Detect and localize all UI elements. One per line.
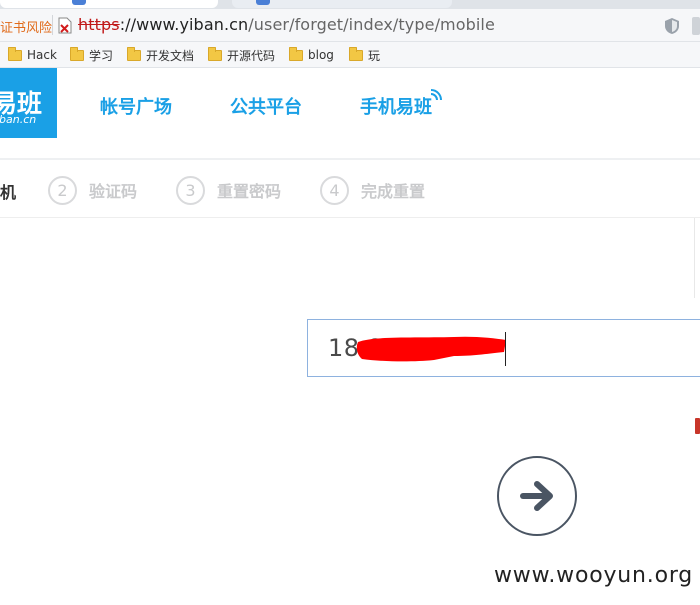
nav-account-square[interactable]: 帐号广场 — [100, 93, 172, 119]
bookmark-folder[interactable]: blog — [289, 46, 334, 64]
step-number: 3 — [176, 175, 205, 205]
nav-public-platform[interactable]: 公共平台 — [230, 93, 302, 119]
reset-steps: 机 2 验证码 3 重置密码 4 完成重置 — [0, 162, 700, 218]
step-current-label: 机 — [0, 183, 17, 202]
browser-tab[interactable] — [232, 0, 452, 8]
folder-icon — [208, 46, 222, 61]
redaction-scribble — [356, 336, 506, 362]
site-header: 易班 iban.cn 帐号广场 公共平台 手机易班 — [0, 68, 700, 160]
folder-icon — [349, 46, 363, 61]
url-protocol: https — [78, 15, 120, 34]
bookmark-folder[interactable]: Hack — [8, 46, 57, 64]
step-label: 验证码 — [89, 182, 138, 201]
step-reset-password: 3 重置密码 — [176, 175, 281, 205]
logo-domain: iban.cn — [0, 113, 37, 126]
url-separator: :// — [119, 15, 137, 34]
text-caret — [505, 332, 506, 366]
folder-icon — [127, 46, 141, 61]
wireless-signal-icon — [430, 89, 442, 101]
bookmark-label: blog — [308, 48, 334, 62]
certificate-warning[interactable]: 证书风险 — [0, 17, 52, 36]
bookmark-label: Hack — [27, 48, 57, 62]
bookmark-label: 玩 — [368, 48, 381, 63]
tab-favicon-icon — [256, 0, 270, 5]
arrow-right-icon — [520, 481, 553, 511]
phone-number-input[interactable]: 18 88 — [307, 319, 700, 377]
step-number: 4 — [320, 175, 349, 205]
browser-tab-active[interactable] — [0, 0, 218, 8]
next-step-button[interactable] — [497, 456, 577, 536]
bookmark-folder[interactable]: 学习 — [70, 46, 113, 64]
panel-divider — [694, 218, 695, 298]
browser-tab-strip — [0, 0, 700, 9]
bookmarks-bar: Hack 学习 开发文档 开源代码 blog 玩 — [0, 42, 700, 68]
folder-icon — [8, 46, 22, 61]
bookmark-folder[interactable]: 玩 — [349, 46, 380, 64]
bookmark-label: 开源代码 — [227, 48, 276, 63]
url-host: www.yiban.cn — [136, 15, 249, 34]
url-path: /user/forget/index/type/mobile — [248, 15, 495, 34]
url-field[interactable]: https://www.yiban.cn/user/forget/index/t… — [78, 15, 495, 34]
bookmark-folder[interactable]: 开源代码 — [208, 46, 275, 64]
nav-mobile-yiban[interactable]: 手机易班 — [360, 93, 432, 119]
shield-icon[interactable] — [664, 17, 680, 35]
step-label: 完成重置 — [361, 182, 426, 201]
step-label: 重置密码 — [217, 182, 282, 201]
folder-icon — [289, 46, 303, 61]
scroll-edge — [692, 17, 700, 35]
step-complete: 4 完成重置 — [320, 175, 425, 205]
address-separator — [52, 15, 53, 35]
step-number: 2 — [48, 175, 77, 205]
step-verify-code: 2 验证码 — [48, 175, 137, 205]
watermark-text: www.wooyun.org — [494, 563, 694, 588]
tab-favicon-icon — [72, 0, 86, 5]
folder-icon — [70, 46, 84, 61]
site-logo[interactable]: 易班 iban.cn — [0, 68, 57, 138]
bookmark-folder[interactable]: 开发文档 — [127, 46, 194, 64]
address-bar: 证书风险 https://www.yiban.cn/user/forget/in… — [0, 9, 700, 42]
error-indicator — [695, 418, 700, 434]
bookmark-label: 开发文档 — [146, 48, 195, 63]
bookmark-label: 学习 — [89, 48, 114, 63]
insecure-page-icon[interactable] — [58, 17, 72, 34]
